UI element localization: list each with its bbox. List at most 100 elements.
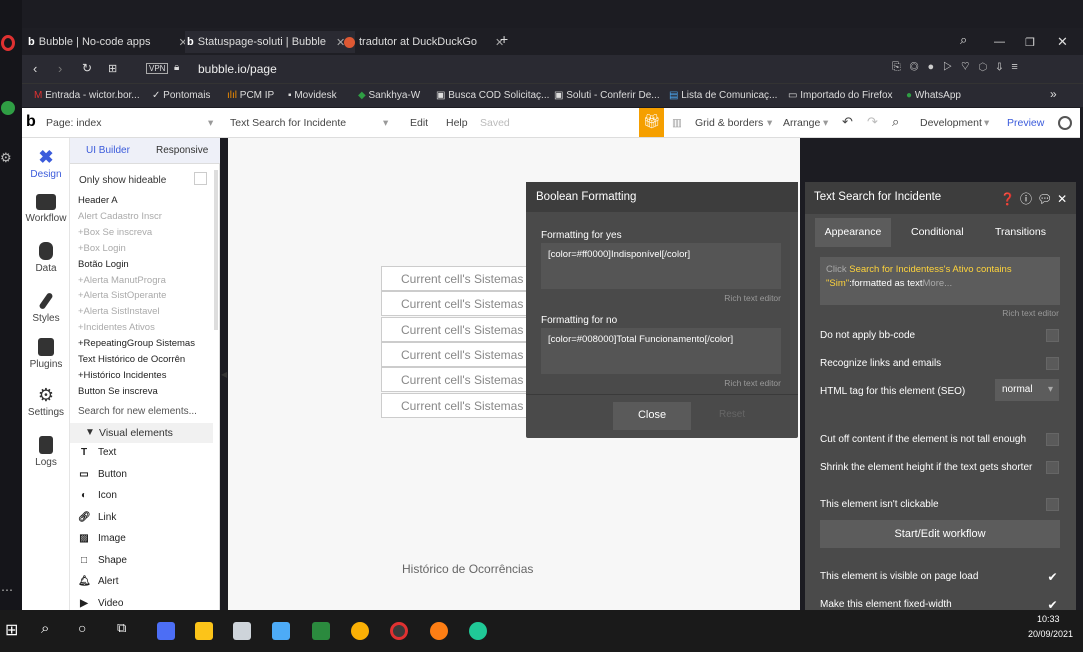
element-tree-item[interactable]: +Box Se inscreva bbox=[78, 227, 152, 238]
visual-element-item[interactable]: T Text bbox=[78, 447, 116, 458]
tab-bubble[interactable]: b Bubble | No-code apps ✕ bbox=[28, 33, 188, 51]
visual-element-item[interactable]: □ Shape bbox=[78, 555, 127, 566]
whatsapp-icon[interactable] bbox=[1, 101, 15, 115]
help-menu[interactable]: Help bbox=[446, 117, 468, 129]
nav-workflow[interactable]: Workflow bbox=[22, 194, 70, 224]
opera-icon[interactable] bbox=[1, 35, 15, 51]
start-edit-workflow-button[interactable]: Start/Edit workflow bbox=[820, 520, 1060, 548]
bubble-logo[interactable]: b bbox=[26, 113, 36, 131]
tab-ui-builder[interactable]: UI Builder bbox=[86, 145, 130, 156]
reload-icon[interactable]: ↻ bbox=[82, 61, 92, 75]
element-tree-item[interactable]: +Alerta SistOperante bbox=[78, 290, 166, 301]
excel-icon[interactable] bbox=[312, 622, 330, 640]
clock-time[interactable]: 10:33 bbox=[1037, 614, 1060, 624]
element-tree-item[interactable]: +Alerta ManutProgra bbox=[78, 275, 166, 286]
tab-transitions[interactable]: Transitions bbox=[995, 226, 1046, 238]
repeating-group-cell[interactable]: Current cell's Sistemas bbox=[381, 291, 531, 317]
visual-element-item[interactable]: 🔔︎ Alert bbox=[78, 576, 119, 587]
toolbar-icons[interactable]: ⎘◎●▷♡⬡⇩≡ bbox=[892, 61, 1027, 74]
yes-format-input[interactable]: [color=#ff0000]Indisponível[/color] bbox=[541, 243, 781, 289]
property-checkbox[interactable] bbox=[1046, 498, 1059, 511]
element-tree-item[interactable]: Botão Login bbox=[78, 259, 129, 270]
nav-design[interactable]: ✖ Design bbox=[22, 148, 70, 180]
element-tree-item[interactable]: +Box Login bbox=[78, 243, 126, 254]
rich-text-editor-link[interactable]: Rich text editor bbox=[1002, 308, 1059, 318]
visual-element-item[interactable]: ▶ Video bbox=[78, 598, 123, 609]
element-tree-item[interactable]: +Alerta SistInstavel bbox=[78, 306, 160, 317]
bookmark-whatsapp[interactable]: ● WhatsApp bbox=[906, 90, 961, 101]
file-explorer-icon[interactable] bbox=[195, 622, 213, 640]
minimize-icon[interactable]: — bbox=[994, 33, 1005, 51]
bookmark-entrada[interactable]: M Entrada - wictor.bor... bbox=[34, 90, 140, 101]
bookmark-firefox[interactable]: ▭ Importado do Firefox bbox=[788, 90, 893, 101]
avatar-icon[interactable] bbox=[1058, 116, 1072, 130]
visual-element-item[interactable]: ◐ Icon bbox=[78, 490, 117, 501]
property-checkbox[interactable]: ✔ bbox=[1046, 570, 1059, 584]
text-expression-input[interactable]: Click Search for Incidentess's Ativo con… bbox=[820, 257, 1060, 305]
gift-icon[interactable]: 🎁︎ bbox=[639, 108, 664, 137]
element-selector[interactable]: Text Search for Incidente bbox=[230, 117, 346, 129]
url-field[interactable]: bubble.io/page bbox=[198, 62, 277, 76]
repeating-group-cell[interactable]: Current cell's Sistemas bbox=[381, 266, 531, 291]
bookmark-pontomais[interactable]: ✓ Pontomais bbox=[152, 90, 210, 101]
property-checkbox[interactable] bbox=[1046, 461, 1059, 474]
visual-elements-header[interactable]: Visual elements bbox=[99, 427, 173, 439]
historico-text[interactable]: Histórico de Ocorrências bbox=[402, 562, 533, 576]
collapse-panel-icon[interactable]: ◀ bbox=[221, 370, 227, 379]
forward-icon[interactable]: › bbox=[58, 61, 62, 76]
more-icon[interactable]: ⋯ bbox=[1, 583, 13, 597]
edit-menu[interactable]: Edit bbox=[410, 117, 428, 129]
bookmark-pcm[interactable]: ılıl PCM IP bbox=[227, 90, 274, 101]
cortana-icon[interactable]: ○ bbox=[78, 620, 86, 636]
nav-logs[interactable]: Logs bbox=[22, 436, 70, 468]
property-editor-title[interactable]: Text Search for Incidente bbox=[814, 191, 941, 203]
header-icons[interactable]: ❓ⓘ💬︎✕ bbox=[1000, 190, 1072, 207]
tabs-grid-icon[interactable]: ⊞ bbox=[108, 62, 117, 75]
redo-icon[interactable]: ↷ bbox=[867, 114, 878, 130]
nav-styles[interactable]: Styles bbox=[22, 291, 70, 324]
bookmark-lista[interactable]: ▤ Lista de Comunicaç... bbox=[669, 90, 777, 101]
element-tree-item[interactable]: Alert Cadastro Inscr bbox=[78, 211, 162, 222]
grid-borders-menu[interactable]: Grid & borders bbox=[695, 117, 763, 129]
scrollbar[interactable] bbox=[214, 170, 218, 330]
nav-settings[interactable]: ⚙ Settings bbox=[22, 386, 70, 418]
search-tabs-icon[interactable]: ⌕ bbox=[960, 31, 967, 49]
tab-conditional[interactable]: Conditional bbox=[911, 226, 964, 238]
search-icon[interactable]: ⌕ bbox=[41, 620, 49, 637]
tab-duckduckgo[interactable]: tradutor at DuckDuckGo ✕ bbox=[344, 33, 504, 51]
repeating-group-cell[interactable]: Current cell's Sistemas bbox=[381, 316, 531, 342]
visual-element-item[interactable]: ▨ Image bbox=[78, 533, 126, 544]
only-show-hideable-checkbox[interactable] bbox=[194, 172, 207, 185]
nav-plugins[interactable]: Plugins bbox=[22, 338, 70, 370]
rich-text-editor-link[interactable]: Rich text editor bbox=[724, 378, 781, 388]
task-view-icon[interactable]: ⧉ bbox=[117, 620, 126, 636]
maximize-icon[interactable]: ❐ bbox=[1025, 33, 1035, 51]
property-checkbox[interactable] bbox=[1046, 357, 1059, 370]
visual-element-item[interactable]: ▭ Button bbox=[78, 469, 127, 480]
search-icon[interactable]: ⌕ bbox=[892, 114, 899, 130]
element-tree-item[interactable]: Header A bbox=[78, 195, 118, 206]
nav-data[interactable]: Data bbox=[22, 242, 70, 274]
search-elements-input[interactable]: Search for new elements... bbox=[78, 406, 197, 417]
windows-start-icon[interactable]: ⊞ bbox=[5, 620, 18, 640]
notepad-icon[interactable] bbox=[272, 622, 290, 640]
window-close-icon[interactable]: ✕ bbox=[1057, 33, 1068, 51]
chrome-icon[interactable] bbox=[351, 622, 369, 640]
element-tree-item[interactable]: +RepeatingGroup Sistemas bbox=[78, 338, 195, 349]
undo-icon[interactable]: ↶ bbox=[842, 114, 853, 130]
tab-statuspage[interactable]: b Statuspage-soluti | Bubble ✕ bbox=[185, 31, 355, 53]
tab-responsive[interactable]: Responsive bbox=[156, 145, 208, 156]
bookmarks-more[interactable]: » bbox=[1050, 87, 1057, 101]
calculator-icon[interactable] bbox=[157, 622, 175, 640]
no-format-input[interactable]: [color=#008000]Total Funcionamento[/colo… bbox=[541, 328, 781, 374]
preview-link[interactable]: Preview bbox=[1007, 117, 1044, 129]
property-checkbox[interactable] bbox=[1046, 433, 1059, 446]
bookmark-busca[interactable]: ▣ Busca COD Solicitaç... bbox=[436, 90, 549, 101]
vpn-badge[interactable]: VPN bbox=[146, 63, 169, 74]
settings-icon[interactable]: ⚙ bbox=[0, 150, 12, 166]
reset-button[interactable]: Reset bbox=[719, 409, 745, 420]
bookmark-movidesk[interactable]: ▪ Movidesk bbox=[288, 90, 337, 101]
page-selector[interactable]: Page: index bbox=[46, 117, 101, 129]
tab-appearance[interactable]: Appearance bbox=[815, 218, 891, 247]
repeating-group-cell[interactable]: Current cell's Sistemas bbox=[381, 367, 531, 393]
